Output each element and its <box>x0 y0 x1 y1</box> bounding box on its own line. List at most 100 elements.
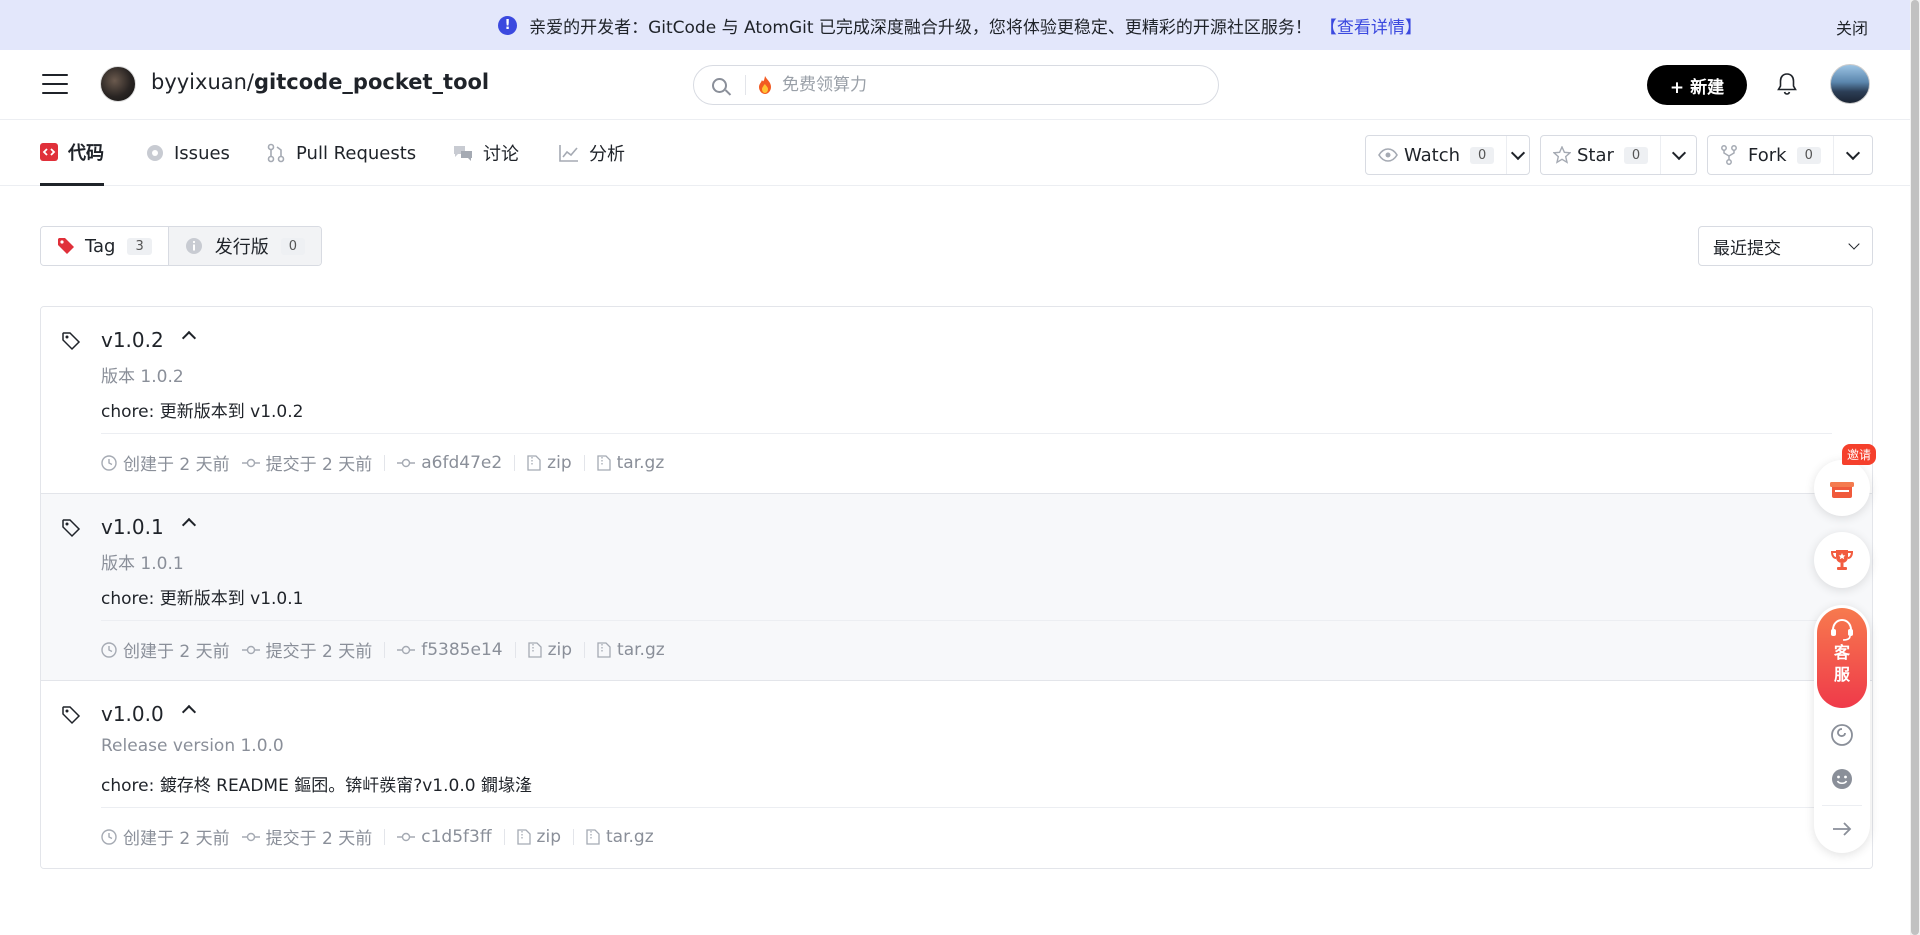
user-avatar[interactable] <box>1830 64 1870 104</box>
commit-sha: a6fd47e2 <box>421 452 503 473</box>
repo-title[interactable]: byyixuan/gitcode_pocket_tool <box>151 70 489 94</box>
service-text-2: 服 <box>1833 665 1850 684</box>
customer-service-button[interactable]: 客 服 <box>1817 608 1867 708</box>
archive-icon <box>516 828 531 845</box>
chevron-down-icon <box>1848 237 1860 250</box>
watch-button-group: Watch 0 <box>1365 135 1530 175</box>
commit-message: chore: 更新版本到 v1.0.1 <box>101 589 304 609</box>
new-button[interactable]: + 新建 <box>1647 65 1747 105</box>
search-divider <box>745 75 746 95</box>
tab-label: 分析 <box>589 144 625 165</box>
chevron-up-icon[interactable] <box>181 517 197 533</box>
chevron-up-icon[interactable] <box>181 704 197 720</box>
tags-page: Tag 3 发行版 0 最近提交 v1.0.2 版本 1.0.2 chore: … <box>0 186 1910 935</box>
star-button[interactable]: Star 0 <box>1541 136 1660 174</box>
release-filter-label: 发行版 <box>214 237 269 258</box>
page-scrollbar[interactable] <box>1910 0 1920 935</box>
committed-time: 提交于 2 天前 <box>265 829 373 849</box>
tab-label: Issues <box>174 142 230 164</box>
tab-issues[interactable]: Issues <box>146 120 230 186</box>
search-icon <box>712 77 727 93</box>
tag-name[interactable]: v1.0.0 <box>101 702 164 726</box>
created-time: 创建于 2 天前 <box>123 642 230 662</box>
bell-icon[interactable] <box>1776 72 1798 96</box>
collapse-toolbar-button[interactable] <box>1830 817 1854 841</box>
commit-icon <box>241 645 260 654</box>
analytics-icon <box>559 144 579 162</box>
sort-select[interactable]: 最近提交 <box>1698 226 1873 266</box>
download-zip-link[interactable]: zip <box>516 827 561 847</box>
achievement-button[interactable] <box>1814 532 1870 588</box>
invite-button[interactable] <box>1814 460 1870 516</box>
fork-dropdown[interactable] <box>1832 136 1872 174</box>
tag-item: v1.0.2 版本 1.0.2 chore: 更新版本到 v1.0.2 创建于 … <box>41 307 1872 494</box>
discussion-icon <box>453 144 473 162</box>
tag-filled-icon <box>58 238 74 254</box>
committed-time: 提交于 2 天前 <box>265 642 373 662</box>
tag-meta: 创建于 2 天前 提交于 2 天前 f5385e14 zip tar.gz <box>101 637 665 662</box>
star-count: 0 <box>1623 146 1649 164</box>
announcement-banner: ! 亲爱的开发者：GitCode 与 AtomGit 已完成深度融合升级，您将体… <box>0 0 1920 50</box>
commit-sha-link[interactable]: c1d5f3ff <box>397 827 492 847</box>
clock-icon <box>101 828 117 845</box>
pull-request-icon <box>266 143 286 163</box>
download-targz-link[interactable]: tar.gz <box>597 640 665 660</box>
tag-name[interactable]: v1.0.2 <box>101 328 164 352</box>
fork-count: 0 <box>1796 146 1821 164</box>
invite-badge: 邀请 <box>1842 444 1877 465</box>
community-button[interactable] <box>1830 723 1854 747</box>
download-targz-link[interactable]: tar.gz <box>586 827 654 847</box>
repo-owner[interactable]: byyixuan/ <box>151 70 254 94</box>
tag-filter-label: Tag <box>85 235 116 257</box>
star-dropdown[interactable] <box>1660 136 1696 174</box>
hamburger-menu-icon[interactable] <box>42 71 68 97</box>
tab-label: 讨论 <box>483 144 519 165</box>
download-targz-link[interactable]: tar.gz <box>596 452 665 473</box>
floating-toolbar: 邀请 客 服 <box>1814 444 1877 860</box>
download-zip-link[interactable]: zip <box>527 640 572 660</box>
tab-analytics[interactable]: 分析 <box>559 120 625 186</box>
feedback-button[interactable] <box>1830 767 1854 791</box>
fork-button[interactable]: Fork 0 <box>1708 136 1833 174</box>
repo-subnav: 代码 Issues Pull Requests 讨论 分析 Watch 0 St… <box>0 120 1920 186</box>
commit-sha: f5385e14 <box>421 639 503 660</box>
release-filter-option[interactable]: 发行版 0 <box>167 227 322 265</box>
commit-icon <box>397 832 416 841</box>
repo-owner-avatar[interactable] <box>100 66 136 102</box>
scrollbar-thumb[interactable] <box>1911 0 1919 935</box>
repo-name[interactable]: gitcode_pocket_tool <box>254 70 489 94</box>
tag-release-switch: Tag 3 发行版 0 <box>40 226 323 266</box>
watch-dropdown[interactable] <box>1506 136 1529 174</box>
code-icon <box>40 142 58 161</box>
divider <box>101 807 1832 808</box>
banner-details-link[interactable]: 【查看详情】 <box>1320 13 1422 38</box>
issue-icon <box>146 144 164 162</box>
commit-sha-link[interactable]: f5385e14 <box>397 639 503 660</box>
search-input[interactable] <box>782 75 1162 95</box>
watch-label: Watch <box>1404 144 1461 166</box>
commit-icon <box>241 458 260 467</box>
chevron-up-icon[interactable] <box>181 330 197 346</box>
tag-filter-option[interactable]: Tag 3 <box>41 227 168 265</box>
banner-close-button[interactable]: 关闭 <box>1836 15 1868 39</box>
tab-code[interactable]: 代码 <box>40 120 104 186</box>
watch-button[interactable]: Watch 0 <box>1366 136 1506 174</box>
search-box[interactable] <box>693 65 1219 105</box>
commit-icon <box>241 832 260 841</box>
swirl-icon <box>1831 724 1853 746</box>
targz-label: tar.gz <box>616 452 665 473</box>
archive-icon <box>586 828 600 845</box>
zip-label: zip <box>547 452 572 473</box>
tag-title: 版本 1.0.2 <box>101 367 184 387</box>
tab-pull-requests[interactable]: Pull Requests <box>266 120 416 186</box>
tag-name[interactable]: v1.0.1 <box>101 515 164 539</box>
star-icon <box>1553 146 1571 164</box>
divider <box>101 620 1832 621</box>
tag-title: Release version 1.0.0 <box>101 736 284 756</box>
tab-discussions[interactable]: 讨论 <box>453 120 519 186</box>
commit-sha-link[interactable]: a6fd47e2 <box>397 453 502 473</box>
divider <box>1822 805 1862 806</box>
archive-icon <box>596 454 611 471</box>
download-zip-link[interactable]: zip <box>527 452 572 473</box>
archive-icon <box>597 641 611 658</box>
